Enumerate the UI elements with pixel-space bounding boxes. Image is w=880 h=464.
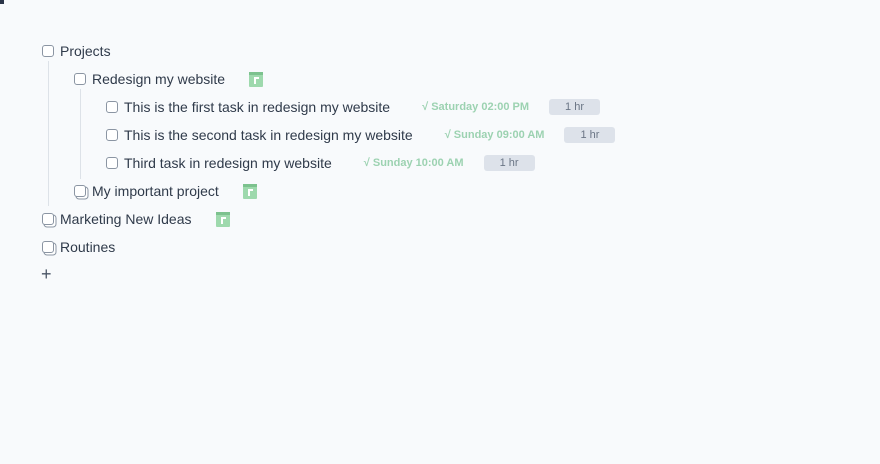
tree-item-label: Projects [60,43,111,59]
tree-item-label: Marketing New Ideas [60,211,192,227]
task-label: This is the first task in redesign my we… [124,99,391,115]
tree-item-marketing-new-ideas[interactable]: Marketing New Ideas [42,209,230,229]
tree-item-projects[interactable]: Projects [42,41,111,61]
task-row[interactable]: This is the first task in redesign my we… [106,97,601,117]
checkbox-icon[interactable] [74,73,86,85]
plus-icon[interactable]: + [41,264,52,284]
tree-guide-line-projects [48,61,49,206]
tree-item-routines[interactable]: Routines [42,237,115,257]
due-date: √ Sunday 09:00 AM [444,129,545,141]
task-label: Third task in redesign my website [124,155,332,171]
tree-item-redesign-my-website[interactable]: Redesign my website [74,69,264,89]
task-row[interactable]: Third task in redesign my website √ Sund… [106,153,535,173]
tree-item-label: My important project [92,183,219,199]
duration-badge: 1 hr [549,99,601,115]
checkbox-icon[interactable] [106,129,118,141]
tree-item-label: Routines [60,239,116,255]
due-date: √ Saturday 02:00 PM [422,101,530,113]
calendar-icon[interactable] [215,211,230,227]
calendar-icon[interactable] [242,183,257,199]
task-row[interactable]: This is the second task in redesign my w… [106,125,616,145]
due-date: √ Sunday 10:00 AM [363,157,464,169]
tree-guide-line-redesign [80,89,81,179]
duration-badge: 1 hr [483,155,535,171]
duration-badge: 1 hr [564,127,616,143]
checkbox-icon[interactable] [106,101,118,113]
calendar-icon[interactable] [249,71,264,87]
checkbox-icon[interactable] [42,45,54,57]
task-label: This is the second task in redesign my w… [124,127,413,143]
checkbox-icon[interactable] [42,213,54,225]
tree-item-label: Redesign my website [92,71,226,87]
checkbox-icon[interactable] [74,185,86,197]
checkbox-icon[interactable] [106,157,118,169]
checkbox-icon[interactable] [42,241,54,253]
tree-item-my-important-project[interactable]: My important project [74,181,257,201]
project-tree: Projects Redesign my website This is the… [0,0,880,464]
